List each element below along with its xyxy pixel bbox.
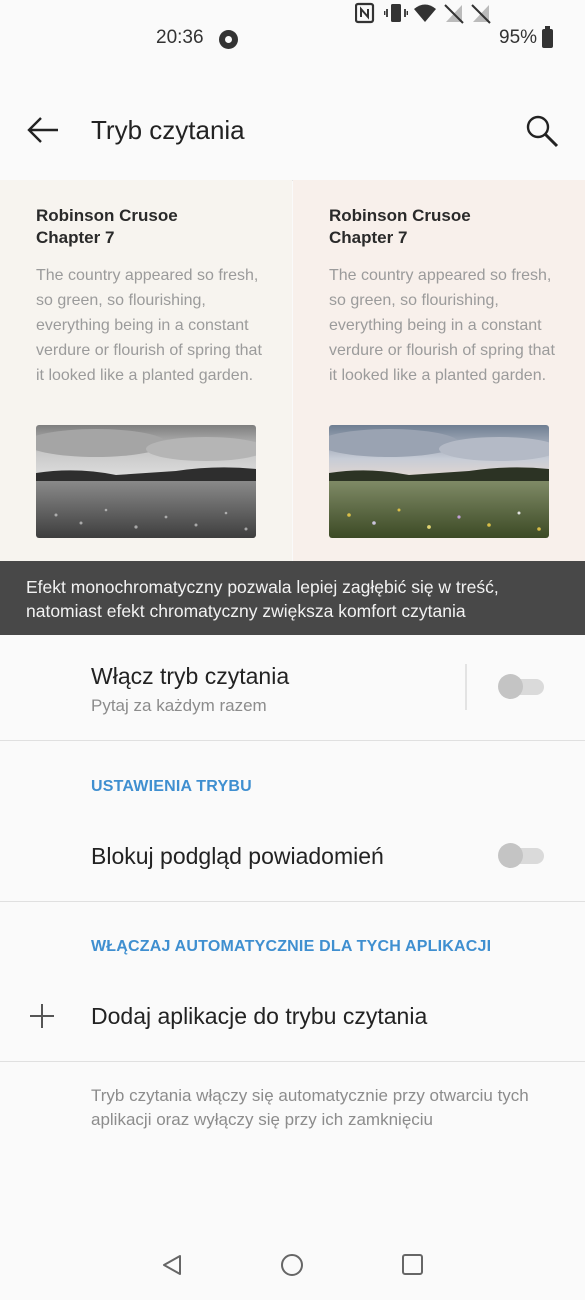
battery-icon [542, 26, 553, 48]
arrow-left-icon[interactable] [26, 116, 60, 144]
vibrate-icon [384, 4, 408, 22]
divider [0, 1061, 585, 1062]
preview-heading: Robinson Crusoe Chapter 7 [329, 206, 471, 247]
section-header-mode-settings: USTAWIENIA TRYBU [91, 778, 252, 795]
divider [0, 740, 585, 741]
block-notifications-toggle[interactable] [498, 843, 544, 868]
reading-mode-toggle[interactable] [498, 674, 544, 699]
add-apps-row[interactable]: Dodaj aplikacje do trybu czytania [0, 980, 585, 1060]
no-signal-icon [471, 4, 491, 24]
divider [465, 664, 467, 710]
section-header-auto-apps: WŁĄCZAJ AUTOMATYCZNIE DLA TYCH APLIKACJI [91, 938, 492, 955]
battery-percent: 95% [499, 27, 538, 48]
nav-recents-icon[interactable] [402, 1254, 423, 1275]
reading-mode-preview: Robinson Crusoe Chapter 7 The country ap… [0, 180, 585, 561]
status-bar: 20:36 95% [0, 0, 585, 80]
preview-text: The country appeared so fresh, so green,… [329, 267, 555, 384]
grayscale-meadow-photo [36, 425, 256, 538]
color-meadow-photo [329, 425, 549, 538]
search-icon[interactable] [524, 113, 560, 149]
preview-heading: Robinson Crusoe Chapter 7 [36, 206, 178, 247]
reading-mode-title: Włącz tryb czytania [91, 663, 290, 689]
record-icon [219, 30, 238, 49]
page-title: Tryb czytania [91, 115, 245, 145]
monochrome-preview[interactable]: Robinson Crusoe Chapter 7 The country ap… [0, 180, 292, 561]
preview-text: The country appeared so fresh, so green,… [36, 267, 262, 384]
app-toolbar: Tryb czytania [0, 80, 585, 181]
block-notifications-title: Blokuj podgląd powiadomień [91, 843, 384, 869]
auto-apps-note: Tryb czytania włączy się automatycznie p… [91, 1086, 529, 1129]
chromatic-preview[interactable]: Robinson Crusoe Chapter 7 The country ap… [293, 180, 585, 561]
reading-mode-subtitle: Pytaj za każdym razem [91, 696, 267, 715]
plus-icon [30, 1004, 54, 1028]
nav-back-icon[interactable] [161, 1254, 183, 1276]
no-signal-icon [444, 4, 464, 24]
preview-caption: Efekt monochromatyczny pozwala lepiej za… [0, 561, 585, 635]
status-time: 20:36 [156, 27, 204, 48]
divider [0, 901, 585, 902]
nav-home-icon[interactable] [281, 1254, 303, 1276]
add-apps-label: Dodaj aplikacje do trybu czytania [91, 1003, 428, 1029]
nfc-icon [355, 2, 375, 24]
caption-text: Efekt monochromatyczny pozwala lepiej za… [26, 577, 499, 621]
wifi-icon [414, 4, 436, 22]
system-nav-bar [0, 1230, 585, 1300]
